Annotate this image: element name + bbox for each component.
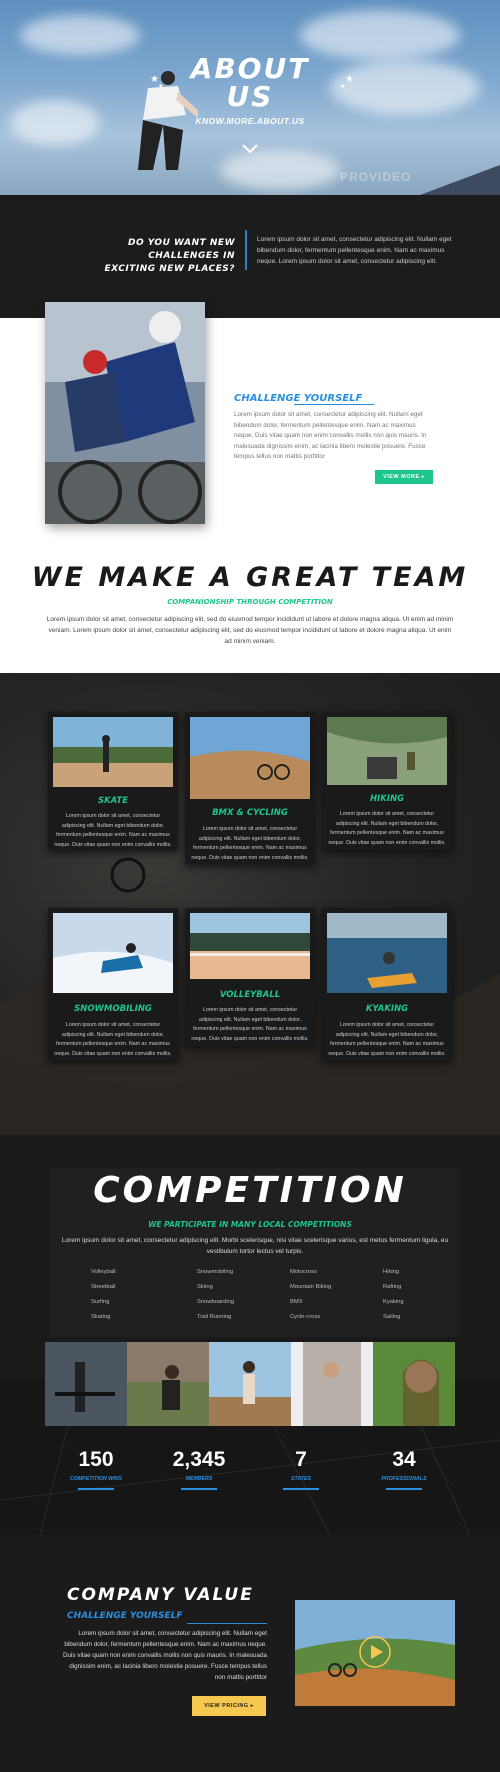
company-value-title: COMPANY VALUE [67,1585,254,1605]
sport-item: Mountain Biking [290,1284,332,1290]
team-title: WE MAKE A GREAT TEAM [31,562,469,593]
team-subtitle: COMPANIONSHIP THROUGH COMPETITION [167,598,333,606]
skate-image [53,717,173,787]
challenge-question: DO YOU WANT NEW CHALLENGES IN EXCITING N… [104,238,235,274]
team-text: Lorem ipsum dolor sit amet, consectetur … [46,616,454,645]
cyclists-photo [45,302,205,524]
sport-item: Skiing [197,1284,213,1290]
sport-item: Snowmobiling [197,1269,234,1275]
ramp-image [420,165,500,195]
athlete-photo [291,1342,373,1426]
portrait-photo [373,1342,455,1426]
sport-item: Volleyball [91,1269,116,1275]
photo-gallery [45,1342,455,1426]
stat-value: 7 [295,1448,307,1471]
sport-item: Kyaking [383,1299,404,1305]
stat-underline [386,1488,422,1490]
stat-underline [283,1488,319,1490]
kyaking-image [327,913,447,993]
hero-title: ABOUT US [190,52,310,113]
watermark: PROVIDEO [340,170,412,184]
chevron-down-icon[interactable] [240,143,260,155]
competition-subtitle: WE PARTICIPATE IN MANY LOCAL COMPETITION… [148,1220,352,1229]
view-pricing-button[interactable]: VIEW PRICING ▸ [192,1696,266,1716]
volleyball-image [190,913,310,979]
title-underline [187,1623,267,1624]
stat-underline [78,1488,114,1490]
stat-label: COMPETITION WINS [69,1476,123,1482]
sport-item: Skating [91,1314,111,1320]
activity-card-hiking[interactable]: HIKING Lorem ipsum dolor sit amet, conse… [322,712,452,850]
sport-item: Hiking [383,1269,400,1275]
bmx-image [190,717,310,799]
stat-value: 34 [392,1448,416,1471]
runner-photo [209,1342,291,1426]
stat-underline [181,1488,217,1490]
competition-title: COMPETITION [93,1170,407,1211]
challenge-text: Lorem ipsum dolor sit amet, consectetur … [257,236,452,265]
divider [245,230,247,270]
stat-value: 150 [78,1448,114,1471]
workout-photo [127,1342,209,1426]
company-value-text: Lorem ipsum dolor sit amet, consectetur … [62,1630,267,1681]
activity-card-volleyball[interactable]: VOLLEYBALL Lorem ipsum dolor sit amet, c… [185,908,315,1046]
snowmobiling-image [53,913,173,993]
sport-item: Snowboarding [197,1299,235,1305]
sport-item: Trail Running [197,1314,232,1320]
activity-card-bmx-cycling[interactable]: BMX & CYCLING Lorem ipsum dolor sit amet… [185,712,315,864]
title-underline [294,404,374,405]
sport-item: Surfing [91,1299,110,1305]
stat-label: MEMBERS [185,1476,213,1482]
stat-label: PROFESSIONALS [381,1476,427,1482]
stat-value: 2,345 [172,1448,226,1471]
stat-label: STATES [290,1476,312,1482]
challenge-yourself-title: CHALLENGE YOURSELF [234,393,363,404]
sport-item: Rafting [383,1284,402,1290]
company-value-subtitle: CHALLENGE YOURSELF [67,1611,183,1621]
view-more-button[interactable]: VIEW MORE ▸ [375,470,433,484]
gym-photo [45,1342,127,1426]
play-icon[interactable] [358,1635,392,1669]
sport-item: Motocross [290,1269,317,1275]
challenge-yourself-text: Lorem ipsum dolor sit amet, consectetur … [234,411,427,460]
sport-item: Sailing [383,1314,401,1320]
sport-item: BMX [290,1299,303,1305]
hero-subtitle: KNOW.MORE.ABOUT.US [195,116,305,126]
competition-text: Lorem ipsum dolor sit amet, consectetur … [61,1237,449,1255]
activity-card-snowmobiling[interactable]: SNOWMOBILING Lorem ipsum dolor sit amet,… [48,908,178,1060]
sport-item: Streetball [91,1284,116,1290]
sport-item: Cycle-cross [290,1314,321,1320]
hiking-image [327,717,447,785]
activity-card-kyaking[interactable]: KYAKING Lorem ipsum dolor sit amet, cons… [322,908,452,1060]
activity-card-skate[interactable]: SKATE Lorem ipsum dolor sit amet, consec… [48,712,178,850]
